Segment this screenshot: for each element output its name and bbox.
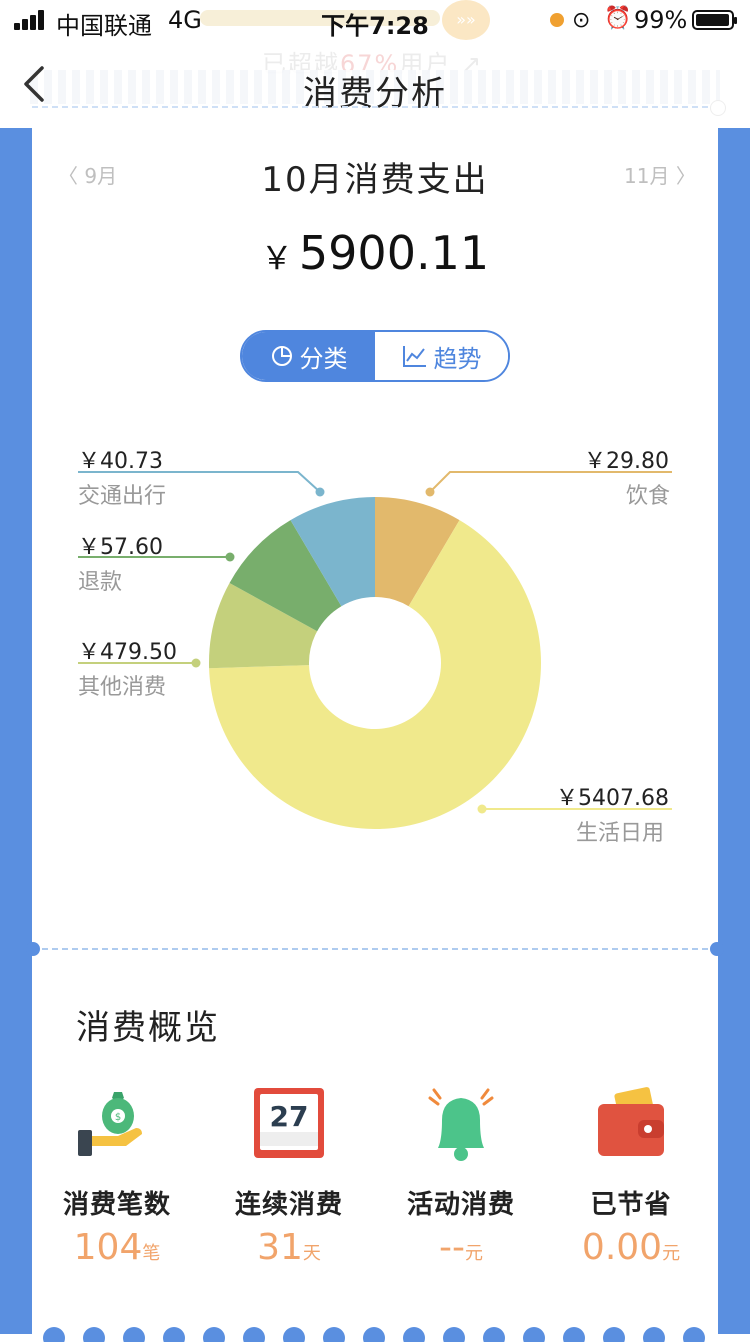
- scallop-dot: [603, 1327, 625, 1342]
- line-chart-icon: [402, 346, 426, 367]
- slice-name-label: 其他消费: [78, 675, 167, 700]
- next-month-button[interactable]: 11月 〉: [624, 160, 696, 189]
- tab-trend[interactable]: 趋势: [375, 332, 508, 380]
- calendar-icon: 27: [244, 1080, 334, 1170]
- scallop-dot: [163, 1327, 185, 1342]
- bell-icon: [416, 1080, 506, 1170]
- scallop-dot: [323, 1327, 345, 1342]
- overview-count[interactable]: $ 消费笔数 104笔: [32, 1080, 202, 1268]
- bottom-scallop: [43, 1327, 705, 1342]
- status-bar: 中国联通 4G 下午7:28 ⊙ ⏰ 99%: [0, 0, 750, 40]
- scallop-dot: [283, 1327, 305, 1342]
- svg-text:$: $: [115, 1112, 121, 1123]
- overview-value: --元: [439, 1227, 483, 1268]
- scallop-dot: [523, 1327, 545, 1342]
- scallop-dot: [483, 1327, 505, 1342]
- battery-percent: 99%: [634, 6, 688, 34]
- card-notch: [710, 100, 726, 116]
- slice-name-label: 饮食: [626, 484, 671, 509]
- slice-name-label: 退款: [78, 570, 123, 595]
- slice-name-label: 交通出行: [78, 484, 167, 509]
- alarm-icon: ⏰: [604, 6, 632, 31]
- scallop-dot: [643, 1327, 665, 1342]
- card-top-divider: [32, 106, 718, 108]
- money-bag-hand-icon: $: [72, 1080, 162, 1170]
- rotation-lock-icon: ⊙: [572, 8, 591, 33]
- slice-value-label: ￥40.73: [78, 449, 163, 474]
- slice-value-label: ￥5407.68: [556, 786, 669, 811]
- overview-saved[interactable]: 已节省 0.00元: [546, 1080, 716, 1268]
- scallop-dot: [83, 1327, 105, 1342]
- card-divider: [32, 948, 718, 950]
- scallop-dot: [203, 1327, 225, 1342]
- card-notch-right: [710, 942, 724, 956]
- leader-dot: [477, 804, 487, 814]
- overview-label: 消费笔数: [62, 1190, 171, 1220]
- overview-label: 已节省: [590, 1190, 672, 1220]
- total-amount: ￥ 5900.11: [260, 226, 490, 280]
- tab-category[interactable]: 分类: [242, 332, 375, 380]
- overview-label: 活动消费: [406, 1190, 515, 1220]
- svg-text:27: 27: [270, 1100, 309, 1133]
- overview-value: 0.00元: [581, 1227, 681, 1268]
- scallop-dot: [43, 1327, 65, 1342]
- scallop-dot: [363, 1327, 385, 1342]
- card-notch-left: [26, 942, 40, 956]
- scallop-dot: [563, 1327, 585, 1342]
- overview-title: 消费概览: [76, 1008, 220, 1048]
- wallet-icon: [586, 1080, 676, 1170]
- chevron-right-icon: 〉: [675, 164, 696, 188]
- slice-name-label: 生活日用: [576, 821, 665, 846]
- view-toggle: 分类 趋势: [240, 330, 510, 382]
- slice-value-label: ￥29.80: [584, 449, 669, 474]
- recording-dot-icon: [550, 13, 564, 27]
- pie-chart-icon: [271, 346, 292, 366]
- battery-icon: [692, 10, 737, 30]
- scallop-dot: [403, 1327, 425, 1342]
- leader-dot: [225, 552, 235, 562]
- scallop-dot: [123, 1327, 145, 1342]
- scallop-dot: [243, 1327, 265, 1342]
- scallop-dot: [683, 1327, 705, 1342]
- slice-value-label: ￥479.50: [78, 640, 177, 665]
- leader-dot: [425, 487, 435, 497]
- leader-dot: [191, 658, 201, 668]
- overview-value: 31天: [257, 1227, 321, 1268]
- overview-label: 连续消费: [234, 1190, 343, 1220]
- slice-value-label: ￥57.60: [78, 535, 163, 560]
- scallop-dot: [443, 1327, 465, 1342]
- leader-dot: [315, 487, 325, 497]
- overview-value: 104笔: [73, 1227, 161, 1268]
- overview-activity[interactable]: 活动消费 --元: [376, 1080, 546, 1268]
- overview-streak[interactable]: 27 连续消费 31天: [204, 1080, 374, 1268]
